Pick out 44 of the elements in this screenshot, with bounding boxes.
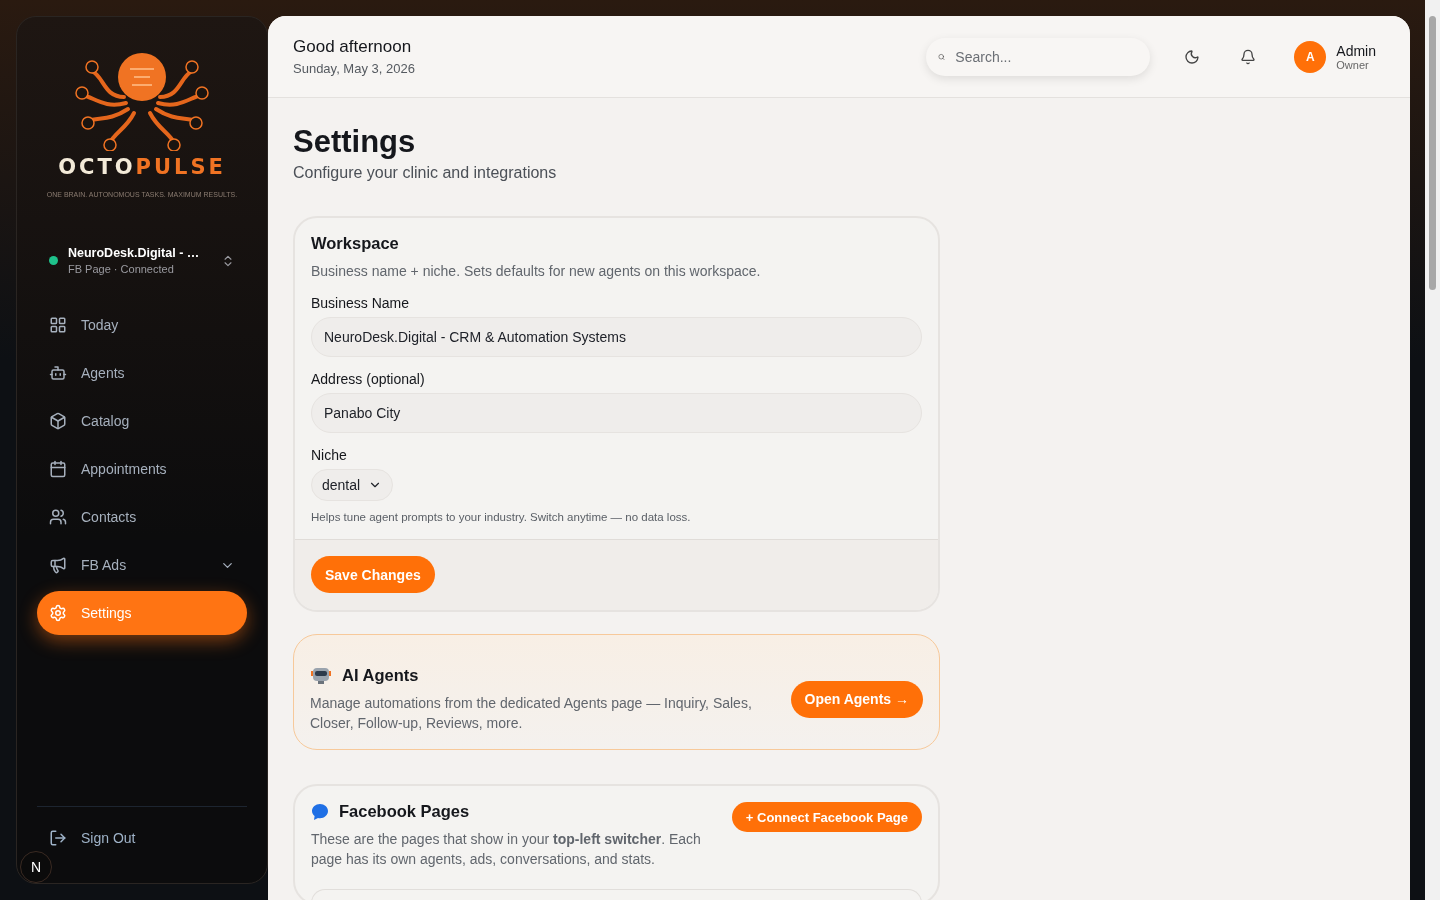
nav-item[interactable]: Catalog [37, 399, 247, 443]
logout-icon [49, 829, 67, 847]
card-description: These are the pages that show in your top-left switcher. Each page has its own agents, ads, conversations, and stats. [311, 830, 702, 869]
user-name: Admin [1336, 42, 1376, 59]
logo-text: OCTO [58, 155, 136, 179]
user-role: Owner [1336, 58, 1370, 71]
logo-text: PULSE [135, 155, 226, 179]
help-text: Helps tune agent prompts to your industry. Switch anytime — no data loss. [311, 511, 692, 523]
nav-item[interactable]: Contacts [37, 495, 247, 539]
robot-icon [310, 665, 332, 685]
greeting: Good afternoon [293, 37, 413, 57]
search-input[interactable]: Search... [953, 47, 1139, 66]
nav-item[interactable]: Agents [37, 351, 247, 395]
input-field[interactable]: NeuroDesk.Digital - CRM & Automation Systems [311, 317, 922, 357]
users-icon [49, 508, 67, 526]
card-description: Business name + niche. Sets defaults for new agents on this workspace. [311, 262, 762, 281]
robot-icon [49, 364, 67, 382]
settings-icon [49, 604, 67, 622]
card-title: Facebook Pages [339, 802, 470, 821]
dev-badge[interactable]: N [20, 851, 52, 883]
date-text: Sunday, May 3, 2026 [293, 61, 415, 76]
page-subtitle: Configure your clinic and integrations [293, 164, 558, 182]
nav-item[interactable]: Today [37, 303, 247, 347]
calendar-icon [49, 460, 67, 478]
niche-select[interactable]: dental [311, 469, 394, 501]
card-title: AI Agents [342, 665, 419, 685]
sign-out-link[interactable]: Sign Out [37, 823, 136, 853]
field-label: Business Name [311, 295, 411, 311]
grid-icon [49, 316, 67, 334]
page-status: FB Page · Connected [68, 263, 175, 275]
field-label: Address (optional) [311, 371, 426, 387]
card-title: Workspace [311, 234, 400, 253]
nav-item[interactable]: Appointments [37, 447, 247, 491]
input-field[interactable]: Panabo City [311, 393, 922, 433]
search-field[interactable]: Search... [926, 37, 1151, 76]
scrollbar[interactable] [1425, 0, 1440, 900]
megaphone-icon [49, 556, 67, 574]
page-name[interactable]: NeuroDesk.Digital - … [68, 246, 211, 260]
chat-bubble-icon [311, 802, 329, 821]
nav-item[interactable]: FB Ads [37, 543, 247, 587]
card-description: Manage automations from the dedicated Agents page — Inquiry, Sales, Closer, Follow-up, Reviews, more. [310, 694, 753, 733]
page-title: Settings [293, 124, 417, 160]
field-label: Niche [311, 447, 348, 463]
cube-icon [49, 412, 67, 430]
